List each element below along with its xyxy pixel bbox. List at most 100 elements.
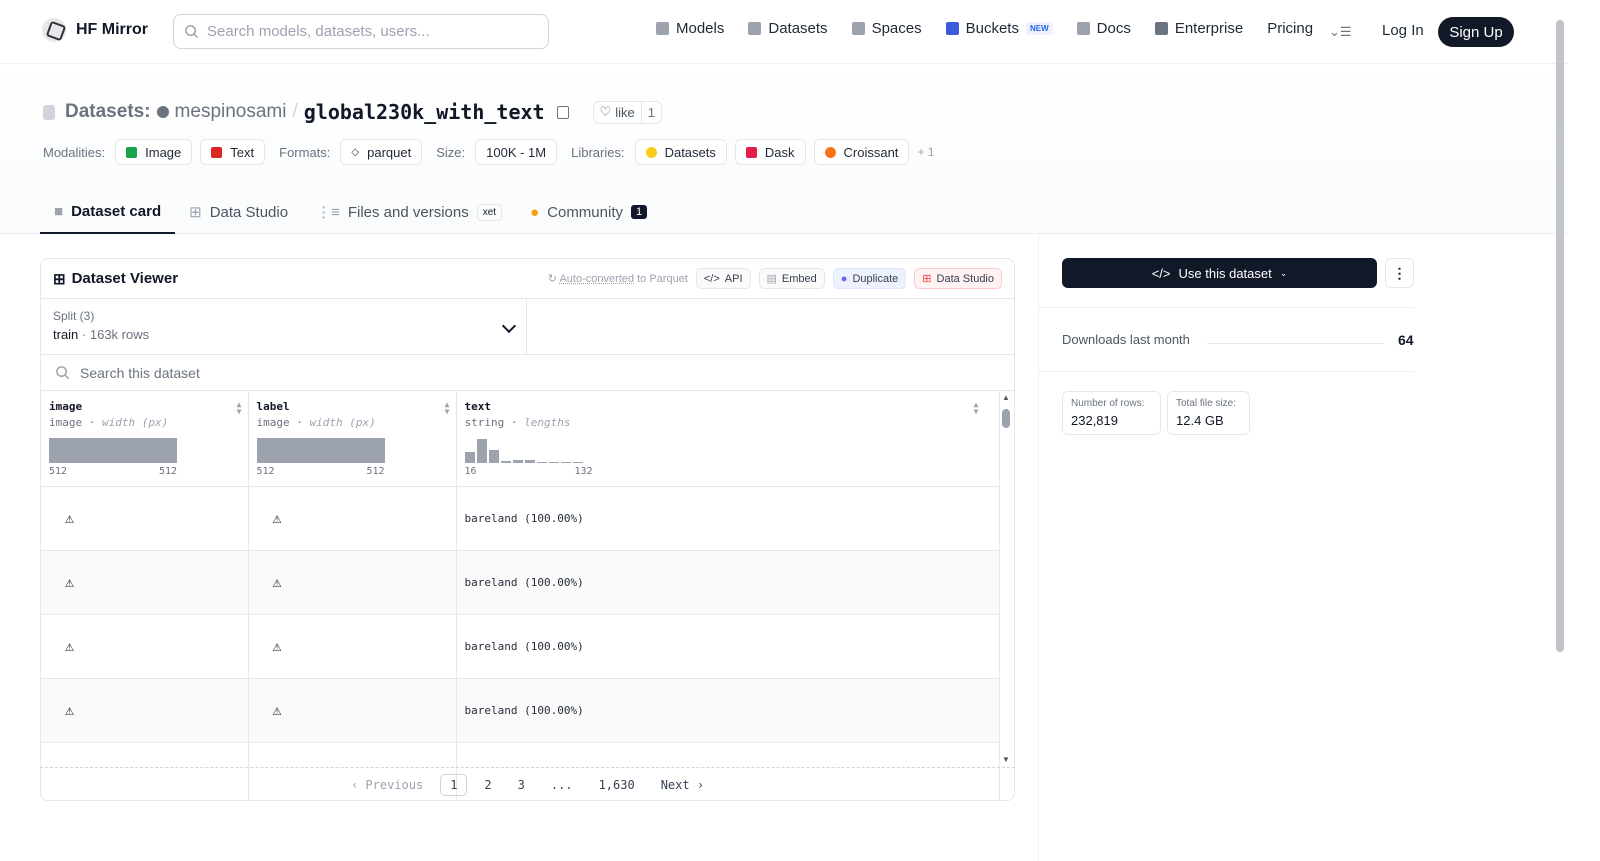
histogram-bin xyxy=(536,462,547,463)
nav-pricing[interactable]: Pricing xyxy=(1267,20,1313,37)
tag-text[interactable]: Text xyxy=(200,139,266,165)
duplicate-icon: ● xyxy=(840,272,848,285)
image-cell[interactable]: ⚠ xyxy=(41,614,249,679)
label-cell[interactable]: ⚠ xyxy=(248,550,457,615)
signup-button[interactable]: Sign Up xyxy=(1438,17,1514,47)
table-row[interactable]: ⚠ ⚠ bareland (100.00%) xyxy=(41,614,1000,679)
table-row[interactable]: ⚠ ⚠ bareland (100.00%) xyxy=(41,550,1000,615)
column-header-image[interactable]: image image · width (px) 512 512 ▲ ▼ xyxy=(41,391,249,487)
auto-converted-rest: to Parquet xyxy=(634,273,688,285)
page-1[interactable]: 1 xyxy=(440,773,468,796)
downloads-sparkline xyxy=(1207,343,1383,344)
image-cell[interactable]: ⚠ xyxy=(41,678,249,743)
nav-enterprise[interactable]: Enterprise xyxy=(1154,20,1244,37)
data-studio-button[interactable]: ⊞ Data Studio xyxy=(914,268,1002,289)
column-header-label[interactable]: label image · width (px) 512 512 ▲ ▼ xyxy=(248,391,457,487)
tag-image[interactable]: Image xyxy=(115,139,193,165)
dataset-search[interactable] xyxy=(41,355,1014,391)
global-search-input[interactable] xyxy=(207,23,537,40)
page-scrollbar[interactable] xyxy=(1556,20,1564,652)
page-3[interactable]: 3 xyxy=(509,775,534,795)
chevron-down-icon: ⌄ xyxy=(1279,267,1288,278)
nav-models[interactable]: Models xyxy=(656,20,724,37)
metadata-tags: Modalities: Image Text Formats: ◇ parquet… xyxy=(43,139,934,165)
sort-icon[interactable]: ▲ ▼ xyxy=(974,401,979,416)
table-scrollbar-thumb[interactable] xyxy=(1002,409,1010,428)
previous-label: Previous xyxy=(365,777,424,792)
next-page[interactable]: Next › xyxy=(652,775,713,795)
table-scrollbar[interactable]: ▲ ▼ xyxy=(1000,390,1014,766)
more-libraries[interactable]: + 1 xyxy=(917,145,934,159)
global-search[interactable] xyxy=(173,14,549,49)
image-cell[interactable]: ⚠ xyxy=(41,550,249,615)
tag-datasets-lib[interactable]: Datasets xyxy=(634,139,727,165)
nav-spaces[interactable]: Spaces xyxy=(851,20,922,37)
text-cell[interactable]: bareland (100.00%) xyxy=(456,614,1000,679)
divider xyxy=(1038,371,1414,372)
histogram-bin xyxy=(512,460,523,463)
dataset-name[interactable]: global230k_with_text xyxy=(304,100,545,124)
label-cell[interactable]: ⚠ xyxy=(248,614,457,679)
split-selector[interactable]: Split (3) train · 163k rows xyxy=(41,299,527,354)
more-menu-icon[interactable]: ⌄☰ xyxy=(1329,24,1352,40)
duplicate-button[interactable]: ● Duplicate xyxy=(832,268,907,289)
auto-converted-link[interactable]: Auto-converted xyxy=(559,273,634,285)
nav-enterprise-label: Enterprise xyxy=(1174,20,1244,37)
login-link[interactable]: Log In xyxy=(1382,22,1424,39)
dataset-search-input[interactable] xyxy=(80,364,480,381)
tag-croissant[interactable]: Croissant xyxy=(813,139,910,165)
warning-icon: ⚠ xyxy=(272,509,282,527)
image-cell[interactable]: ⚠ xyxy=(41,486,249,551)
nav-docs[interactable]: Docs xyxy=(1076,20,1131,37)
more-options-button[interactable]: ⋮ xyxy=(1385,258,1414,288)
sort-icon[interactable]: ▲ ▼ xyxy=(237,401,242,416)
new-badge: NEW xyxy=(1025,22,1053,35)
grid-icon xyxy=(851,22,865,35)
nav-datasets-label: Datasets xyxy=(768,20,828,37)
nav-spaces-label: Spaces xyxy=(871,20,922,37)
tag-size[interactable]: 100K - 1M xyxy=(475,139,558,165)
tab-files-label: Files and versions xyxy=(347,203,469,221)
page-2[interactable]: 2 xyxy=(475,775,500,795)
previous-page[interactable]: ‹ Previous xyxy=(342,775,432,795)
nav-datasets[interactable]: Datasets xyxy=(748,20,828,37)
duplicate-label: Duplicate xyxy=(852,272,899,285)
embed-button[interactable]: ▤ Embed xyxy=(758,268,825,289)
api-button[interactable]: </> API xyxy=(695,268,751,289)
like-label: like xyxy=(615,104,635,120)
table-row[interactable]: ⚠ ⚠ bareland (100.00%) xyxy=(41,486,1000,551)
hf-emoji-icon xyxy=(645,146,657,158)
use-dataset-button[interactable]: </> Use this dataset ⌄ xyxy=(1062,258,1377,288)
tab-files[interactable]: ⋮≡ Files and versions xet xyxy=(302,190,516,234)
text-cell[interactable]: bareland (100.00%) xyxy=(456,486,1000,551)
section-link[interactable]: Datasets: xyxy=(65,101,151,123)
use-dataset-label: Use this dataset xyxy=(1178,265,1272,281)
label-cell[interactable]: ⚠ xyxy=(248,678,457,743)
sort-icon[interactable]: ▲ ▼ xyxy=(445,401,450,416)
search-icon xyxy=(185,25,199,39)
column-name: text xyxy=(464,400,492,413)
brand-logo[interactable]: HF Mirror xyxy=(42,18,148,42)
tab-community[interactable]: ● Community 1 xyxy=(516,190,661,234)
tag-croissant-label: Croissant xyxy=(843,144,899,160)
table-row[interactable]: ⚠ ⚠ bareland (100.00%) xyxy=(41,678,1000,743)
book-icon xyxy=(1076,22,1090,35)
column-header-text[interactable]: text string · lengths 16 132 ▲ ▼ xyxy=(456,391,1000,487)
like-button[interactable]: ♡ like 1 xyxy=(592,100,662,124)
split-value: train xyxy=(53,327,79,342)
owner-link[interactable]: mespinosami xyxy=(175,101,287,123)
tag-size-label: 100K - 1M xyxy=(486,144,547,160)
tag-dask[interactable]: Dask xyxy=(734,139,806,165)
label-cell[interactable]: ⚠ xyxy=(248,486,457,551)
nav-models-label: Models xyxy=(676,20,725,37)
text-cell[interactable]: bareland (100.00%) xyxy=(456,678,1000,743)
copy-icon[interactable] xyxy=(556,105,569,119)
divider xyxy=(1038,307,1414,308)
tag-parquet[interactable]: ◇ parquet xyxy=(340,139,423,165)
tab-data-studio[interactable]: ⊞ Data Studio xyxy=(175,190,302,234)
tab-dataset-card[interactable]: ■ Dataset card xyxy=(40,190,176,234)
text-cell[interactable]: bareland (100.00%) xyxy=(456,550,1000,615)
split-label: Split (3) xyxy=(53,309,95,323)
page-last[interactable]: 1,630 xyxy=(590,775,644,795)
nav-buckets[interactable]: Buckets NEW xyxy=(945,20,1053,37)
